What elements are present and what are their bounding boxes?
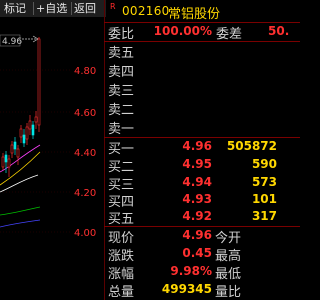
buy2-price: 4.95 xyxy=(182,157,212,171)
weicha-value: 50. xyxy=(268,24,290,38)
open-label: 今开 xyxy=(215,231,242,246)
add-watchlist-button[interactable]: +自选 xyxy=(36,0,67,17)
price-tick: 4.00 xyxy=(74,228,96,239)
candle-body xyxy=(4,154,8,163)
buy5-label: 买五 xyxy=(108,212,135,227)
stock-code: 002160 xyxy=(122,4,170,18)
buy4-price: 4.93 xyxy=(182,192,212,206)
candle-body xyxy=(34,116,38,123)
candle-body xyxy=(37,38,41,126)
volume-ratio-label: 量比 xyxy=(215,285,242,300)
buy2-volume: 590 xyxy=(251,157,277,171)
price-tick: 4.20 xyxy=(74,188,96,199)
volume-value: 499345 xyxy=(161,282,212,296)
price-tick: 4.40 xyxy=(74,148,96,159)
change-pct-value: 9.98% xyxy=(170,264,212,278)
buy1-price: 4.96 xyxy=(182,139,212,153)
candle-body xyxy=(19,128,23,138)
candle-body xyxy=(22,134,26,144)
candle-body xyxy=(16,148,20,158)
buy5-price: 4.92 xyxy=(182,209,212,223)
kline-chart[interactable]: 4.96 4.80 4.60 4.40 4.20 4.00 xyxy=(0,17,104,300)
price-tick: 4.60 xyxy=(74,108,96,119)
back-button[interactable]: 返回 xyxy=(74,0,96,17)
sell2-label: 卖二 xyxy=(108,103,135,118)
weibi-label: 委比 xyxy=(108,27,135,42)
candle-body xyxy=(1,156,5,168)
sell5-label: 卖五 xyxy=(108,46,135,61)
current-price-value: 4.96 xyxy=(182,228,212,242)
change-label: 涨跌 xyxy=(108,249,135,264)
current-price-label: 现价 xyxy=(108,231,135,246)
volume-label: 总量 xyxy=(108,285,135,300)
candle-body xyxy=(7,158,11,168)
panel-divider xyxy=(104,0,105,300)
buy3-price: 4.94 xyxy=(182,175,212,189)
high-label: 最高 xyxy=(215,249,242,264)
toolbar: 标记 +自选 返回 xyxy=(0,0,106,17)
toolbar-divider xyxy=(71,2,72,15)
buy2-label: 买二 xyxy=(108,160,135,175)
current-price-label: 4.96 xyxy=(2,37,22,47)
stock-header: R 002160 常铝股份 xyxy=(106,0,300,22)
weicha-label: 委差 xyxy=(216,27,243,42)
mark-button[interactable]: 标记 xyxy=(4,0,26,17)
candle-body xyxy=(28,120,32,130)
margin-badge: R xyxy=(110,2,116,11)
candle-body xyxy=(10,144,14,154)
weibi-value: 100.00% xyxy=(153,24,212,38)
candle-body xyxy=(25,126,29,140)
low-label: 最低 xyxy=(215,267,242,282)
stock-name: 常铝股份 xyxy=(168,7,221,22)
sell1-label: 卖一 xyxy=(108,122,135,137)
candle-body xyxy=(13,141,17,150)
change-value: 0.45 xyxy=(182,246,212,260)
buy5-volume: 317 xyxy=(251,209,277,223)
toolbar-divider xyxy=(33,2,34,15)
sell3-label: 卖三 xyxy=(108,84,135,99)
buy4-volume: 101 xyxy=(251,192,277,206)
sell4-label: 卖四 xyxy=(108,65,135,80)
buy1-label: 买一 xyxy=(108,142,135,157)
buy1-volume: 505872 xyxy=(226,139,277,153)
change-pct-label: 涨幅 xyxy=(108,267,135,282)
buy3-volume: 573 xyxy=(251,175,277,189)
price-tick: 4.80 xyxy=(74,66,96,77)
candle-body xyxy=(31,124,35,136)
